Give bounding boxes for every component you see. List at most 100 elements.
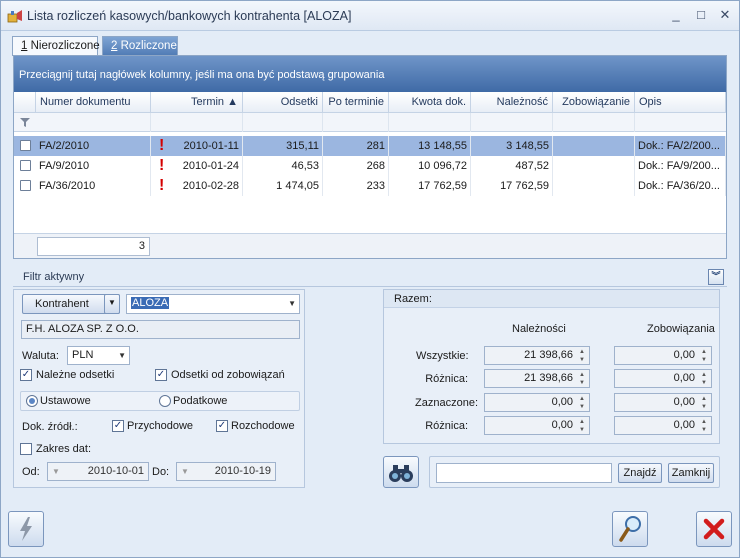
summary-receivable: 21 398,66 ▲ ▼ [484, 369, 590, 388]
spinner-icon: ▲ ▼ [579, 349, 585, 363]
od-label: Od: [22, 466, 40, 478]
summary-liability: 0,00 ▲ ▼ [614, 369, 712, 388]
summary-panel: Razem: Należności Zobowiązania Wszystkie… [383, 289, 720, 444]
kontrahent-code-select[interactable]: ALOZA ▼ [126, 294, 300, 314]
header-odsetki[interactable]: Odsetki [243, 92, 323, 113]
filter-cell[interactable] [36, 113, 151, 132]
row-checkbox[interactable] [20, 160, 31, 171]
cell-liability [553, 176, 635, 196]
binoculars-icon [389, 465, 413, 482]
rozchodowe-checkbox[interactable]: ✓ [216, 420, 228, 432]
header-opis[interactable]: Opis [635, 92, 726, 113]
header-po-terminie[interactable]: Po terminie [323, 92, 389, 113]
waluta-select[interactable]: PLN ▼ [67, 346, 130, 365]
zakres-dat-checkbox[interactable] [20, 443, 32, 455]
spinner-icon: ▲ ▼ [701, 372, 707, 386]
maximize-button[interactable]: □ [692, 7, 710, 23]
row-checkbox[interactable] [20, 180, 31, 191]
cell-interest: 315,11 [243, 136, 323, 156]
row-count: 3 [37, 237, 150, 256]
close-icon [703, 518, 725, 540]
summary-receivable: 0,00 ▲ ▼ [484, 393, 590, 412]
table-row[interactable]: FA/36/2010 ! 2010-02-28 1 474,05 233 17 … [14, 176, 726, 196]
ustawowe-radio[interactable] [26, 395, 38, 407]
table-row[interactable]: FA/2/2010 ! 2010-01-11 315,11 281 13 148… [14, 136, 726, 156]
summary-receivable-value: 21 398,66 [524, 349, 573, 361]
magnifier-icon [619, 516, 641, 542]
cancel-button[interactable] [696, 511, 732, 547]
cell-receivable: 17 762,59 [471, 176, 553, 196]
col-zobowiazania: Zobowiązania [647, 323, 715, 335]
filter-cell[interactable] [243, 113, 323, 132]
do-label: Do: [152, 466, 170, 478]
title-bar: Lista rozliczeń kasowych/bankowych kontr… [1, 1, 739, 31]
podatkowe-radio[interactable] [159, 395, 171, 407]
filter-cell[interactable] [389, 113, 471, 132]
documents-grid: Przeciągnij tutaj nagłówek kolumny, jeśl… [13, 55, 727, 259]
app-icon [7, 10, 22, 23]
nalezne-odsetki-checkbox[interactable]: ✓ [20, 369, 32, 381]
od-date-value: 2010-10-01 [87, 465, 144, 477]
preview-button[interactable] [612, 511, 648, 547]
filter-cell[interactable] [151, 113, 243, 132]
collapse-filter-button[interactable]: ︾ [708, 269, 724, 285]
kontrahent-dropdown-button[interactable]: ▼ [104, 294, 120, 314]
kontrahent-button-label: Kontrahent [35, 298, 89, 310]
do-date-field: ▼ 2010-10-19 [176, 462, 276, 481]
group-by-area[interactable]: Przeciągnij tutaj nagłówek kolumny, jeśl… [14, 56, 726, 92]
header-termin[interactable]: Termin ▲ [151, 92, 243, 113]
column-header-row: Numer dokumentu Termin ▲ Odsetki Po term… [14, 92, 726, 113]
cell-term: 2010-01-11 [174, 136, 243, 156]
summary-liability-value: 0,00 [673, 396, 695, 408]
cell-interest: 46,53 [243, 156, 323, 176]
summary-receivable: 0,00 ▲ ▼ [484, 416, 590, 435]
close-window-button[interactable]: ✕ [716, 7, 734, 23]
filter-cell[interactable] [553, 113, 635, 132]
divider [13, 286, 727, 287]
tab-nierozliczone[interactable]: 1 Nierozliczone [12, 36, 100, 56]
lightning-button[interactable] [8, 511, 44, 547]
summary-liability-value: 0,00 [673, 349, 695, 361]
od-date-field: ▼ 2010-10-01 [47, 462, 149, 481]
binoculars-button[interactable] [383, 456, 419, 488]
minimize-button[interactable]: _ [667, 7, 685, 23]
tab-label: Rozliczone [117, 40, 177, 52]
tab-rozliczone[interactable]: 2 Rozliczone [102, 36, 178, 56]
header-select[interactable] [14, 92, 36, 113]
cell-receivable: 487,52 [471, 156, 553, 176]
header-numer-dokumentu[interactable]: Numer dokumentu [36, 92, 151, 113]
overdue-icon: ! [159, 177, 165, 194]
filter-icon[interactable] [20, 118, 30, 127]
cell-description: Dok.: FA/9/200... [635, 156, 726, 176]
summary-label: Różnica: [425, 373, 468, 385]
cell-description: Dok.: FA/2/200... [635, 136, 726, 156]
filter-cell[interactable] [471, 113, 553, 132]
overdue-icon: ! [159, 137, 165, 154]
przychodowe-checkbox[interactable]: ✓ [112, 420, 124, 432]
dok-zrodl-label: Dok. źródł.: [22, 421, 78, 433]
search-input[interactable] [436, 463, 612, 483]
lightning-icon [20, 517, 32, 541]
summary-label: Wszystkie: [416, 350, 469, 362]
filter-row[interactable] [14, 113, 726, 132]
row-checkbox[interactable] [20, 140, 31, 151]
table-row[interactable]: FA/9/2010 ! 2010-01-24 46,53 268 10 096,… [14, 156, 726, 176]
header-zobowiazanie[interactable]: Zobowiązanie [553, 92, 635, 113]
znajdz-button[interactable]: Znajdź [618, 463, 662, 483]
cell-interest: 1 474,05 [243, 176, 323, 196]
window-title: Lista rozliczeń kasowych/bankowych kontr… [27, 9, 352, 23]
header-naleznosc[interactable]: Należność [471, 92, 553, 113]
summary-receivable: 21 398,66 ▲ ▼ [484, 346, 590, 365]
odsetki-zobowiazan-checkbox[interactable]: ✓ [155, 369, 167, 381]
filter-active-label: Filtr aktywny [23, 271, 85, 283]
zamknij-button[interactable]: Zamknij [668, 463, 714, 483]
cell-amount: 10 096,72 [389, 156, 471, 176]
header-kwota-dok[interactable]: Kwota dok. [389, 92, 471, 113]
spinner-icon: ▲ ▼ [701, 396, 707, 410]
filter-cell[interactable] [323, 113, 389, 132]
ustawowe-label: Ustawowe [40, 395, 91, 407]
cell-number: FA/2/2010 [36, 136, 151, 156]
summary-liability-value: 0,00 [673, 419, 695, 431]
chevron-down-icon: ▼ [52, 467, 60, 476]
nalezne-odsetki-label: Należne odsetki [36, 369, 115, 381]
